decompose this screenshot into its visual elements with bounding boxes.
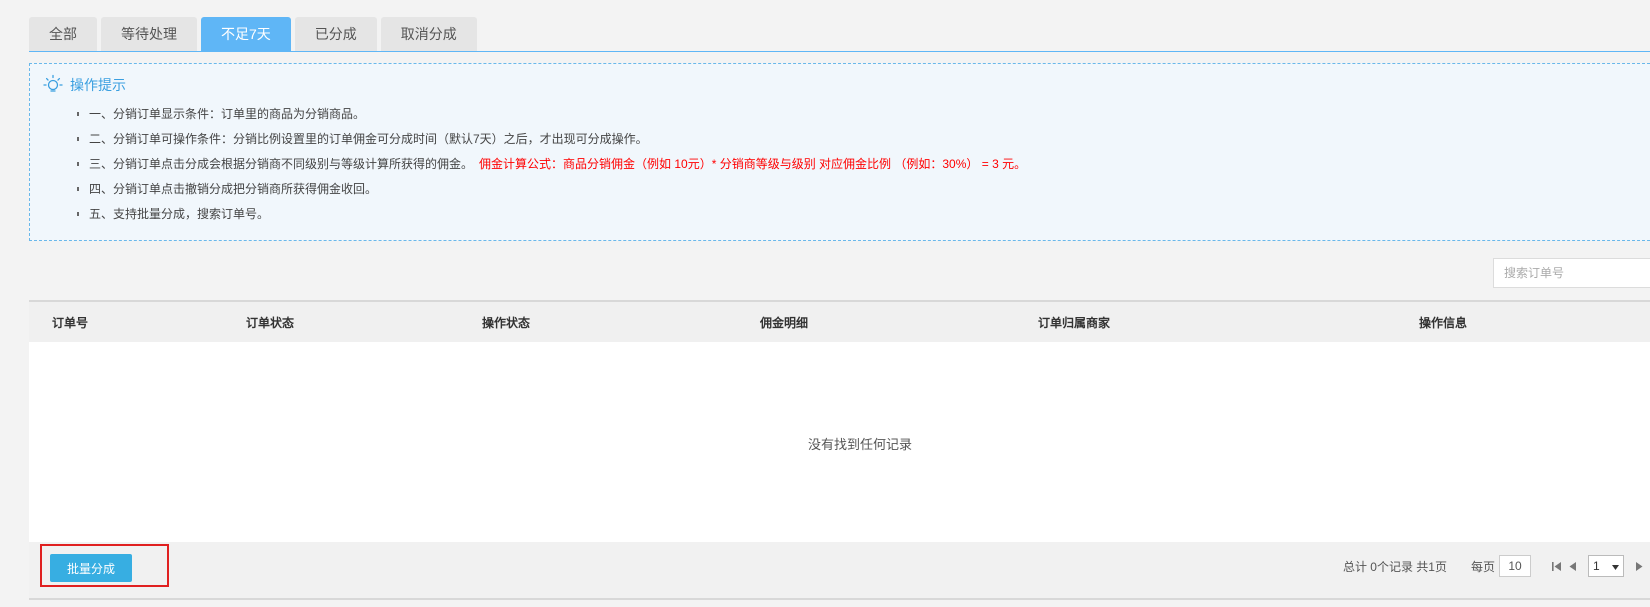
lightbulb-icon: [42, 74, 64, 96]
pagination: 总计 0个记录 共1页 每页 1: [1343, 554, 1650, 578]
column-operation-info: 操作信息: [1419, 316, 1468, 330]
tips-title: 操作提示: [70, 77, 126, 93]
table-body: 没有找到任何记录: [29, 342, 1650, 542]
order-search-input[interactable]: [1493, 258, 1650, 288]
per-page-label: 每页: [1470, 559, 1495, 574]
tip-item: 一、分销订单显示条件：订单里的商品为分销商品。: [77, 106, 1026, 131]
tab-cancelled[interactable]: 取消分成: [380, 17, 477, 51]
tips-list: 一、分销订单显示条件：订单里的商品为分销商品。 二、分销订单可操作条件：分销比例…: [77, 106, 1026, 231]
column-operation-status: 操作状态: [482, 316, 531, 330]
chevron-down-icon: [1612, 559, 1619, 573]
prev-page-icon[interactable]: [1568, 561, 1578, 572]
table-header: 订单号 订单状态 操作状态 佣金明细 订单归属商家 操作信息: [29, 300, 1650, 342]
orders-table: 订单号 订单状态 操作状态 佣金明细 订单归属商家 操作信息 没有找到任何记录: [29, 300, 1650, 542]
tip-item: 五、支持批量分成，搜索订单号。: [77, 206, 1026, 231]
tab-under-7-days[interactable]: 不足7天: [201, 17, 291, 51]
record-summary: 总计 0个记录 共1页: [1342, 559, 1447, 574]
tab-underline: [29, 51, 1650, 52]
next-page-icon[interactable]: [1634, 561, 1644, 572]
operation-tips-panel: 操作提示 一、分销订单显示条件：订单里的商品为分销商品。 二、分销订单可操作条件…: [29, 63, 1650, 241]
page-select[interactable]: 1: [1588, 555, 1624, 577]
table-footer: 批量分成 总计 0个记录 共1页 每页 1: [29, 542, 1650, 600]
column-order-no: 订单号: [52, 316, 89, 330]
batch-divide-button[interactable]: 批量分成: [50, 554, 132, 582]
status-tabs: 全部 等待处理 不足7天 已分成 取消分成: [29, 17, 477, 51]
column-commission-detail: 佣金明细: [760, 316, 809, 330]
tip-item: 四、分销订单点击撤销分成把分销商所获得佣金收回。: [77, 181, 1026, 206]
tab-divided[interactable]: 已分成: [294, 17, 377, 51]
tips-header: 操作提示: [42, 74, 126, 96]
column-order-status: 订单状态: [246, 316, 295, 330]
tab-all[interactable]: 全部: [29, 17, 97, 51]
per-page-input[interactable]: [1499, 555, 1531, 577]
empty-state-text: 没有找到任何记录: [808, 437, 913, 452]
current-page-value: 1: [1593, 559, 1600, 573]
tip-item: 二、分销订单可操作条件：分销比例设置里的订单佣金可分成时间（默认7天）之后，才出…: [77, 131, 1026, 156]
commission-formula: 佣金计算公式：商品分销佣金（例如 10元）* 分销商等级与级别 对应佣金比例 （…: [479, 157, 1027, 171]
tip-item: 三、分销订单点击分成会根据分销商不同级别与等级计算所获得的佣金。 佣金计算公式：商…: [77, 156, 1026, 181]
column-order-merchant: 订单归属商家: [1038, 316, 1111, 330]
tab-pending[interactable]: 等待处理: [101, 17, 197, 51]
first-page-icon[interactable]: [1551, 561, 1562, 572]
